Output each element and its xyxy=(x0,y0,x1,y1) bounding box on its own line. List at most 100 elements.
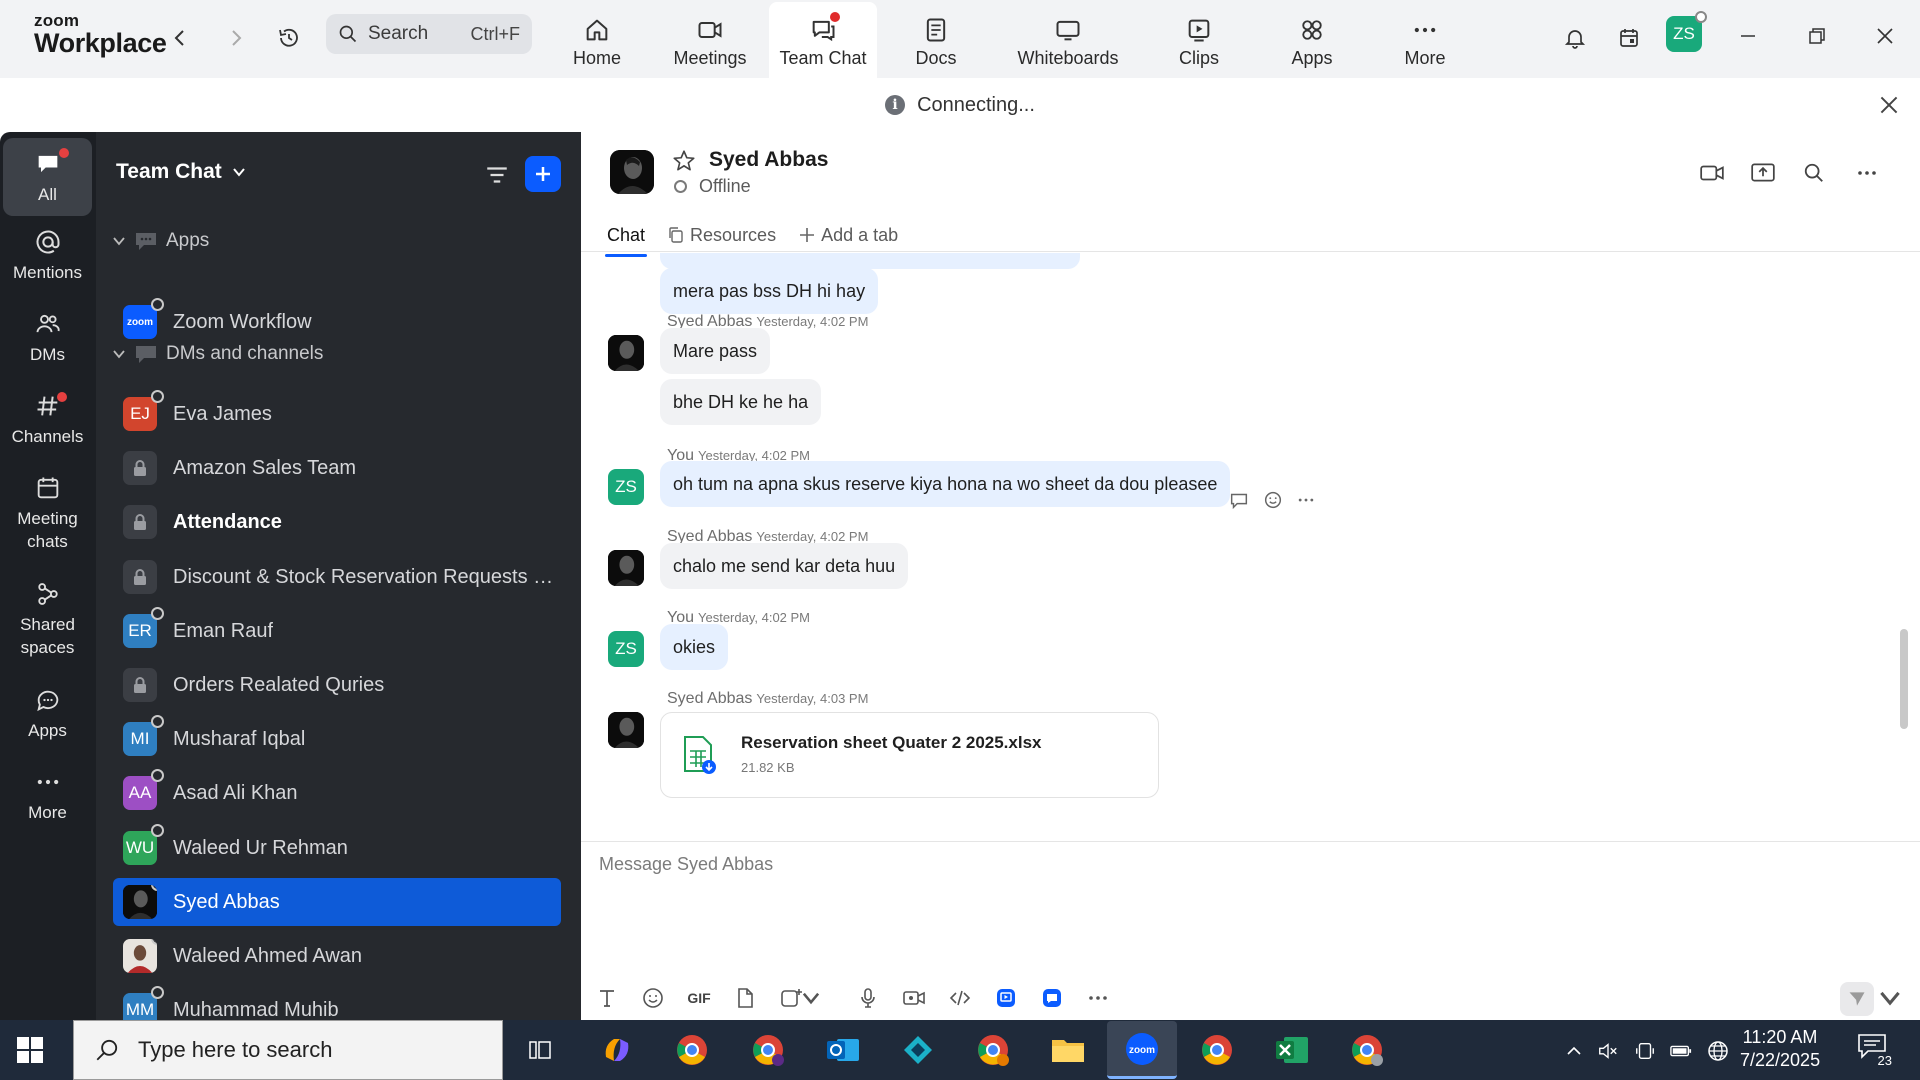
list-item[interactable]: Syed Abbas xyxy=(113,878,561,926)
search-icon[interactable] xyxy=(1799,158,1829,188)
chrome-icon[interactable] xyxy=(1197,1030,1237,1070)
message-bubble[interactable]: Mare pass xyxy=(660,328,771,374)
avatar[interactable]: ZS xyxy=(608,631,644,667)
tab-chat[interactable]: Chat xyxy=(604,220,648,257)
taskbar-clock[interactable]: 11:20 AM 7/22/2025 xyxy=(1740,1026,1820,1073)
forward-arrow-icon[interactable] xyxy=(218,20,254,56)
nav-tab-whiteboards[interactable]: Whiteboards xyxy=(1013,2,1123,78)
notification-center-icon[interactable]: 23 xyxy=(1856,1032,1896,1068)
emoji-icon[interactable] xyxy=(1262,489,1284,511)
list-item[interactable]: Attendance xyxy=(113,498,561,546)
minimize-icon[interactable] xyxy=(1728,16,1768,56)
emoji-icon[interactable] xyxy=(637,982,669,1014)
chrome-profile-icon[interactable] xyxy=(748,1030,788,1070)
user-avatar[interactable]: ZS xyxy=(1666,11,1707,52)
nav-tab-home[interactable]: Home xyxy=(543,2,651,78)
video-call-icon[interactable] xyxy=(1697,158,1727,188)
list-item[interactable]: zoom Zoom Workflow xyxy=(113,298,561,346)
avatar[interactable] xyxy=(608,712,644,748)
team-chat-app-icon[interactable] xyxy=(1036,982,1068,1014)
restore-icon[interactable] xyxy=(1797,16,1837,56)
message-bubble[interactable]: oh tum na apna skus reserve kiya hona na… xyxy=(660,461,1231,507)
file-explorer-icon[interactable] xyxy=(1048,1030,1088,1070)
back-arrow-icon[interactable] xyxy=(162,20,198,56)
clips-app-icon[interactable] xyxy=(990,982,1022,1014)
chrome-profile-icon[interactable] xyxy=(1347,1030,1387,1070)
section-dms-and-channels[interactable]: DMs and channels xyxy=(112,343,323,365)
outlook-icon[interactable] xyxy=(823,1030,863,1070)
list-item[interactable]: AA Asad Ali Khan xyxy=(113,769,561,817)
list-item[interactable]: MI Musharaf Iqbal xyxy=(113,715,561,763)
message-bubble[interactable]: okies xyxy=(660,624,729,670)
message-list[interactable]: mera pas bss DH hi hay Syed Abbas Yesterd… xyxy=(581,253,1920,841)
chevron-down-icon[interactable] xyxy=(801,982,821,1014)
list-item[interactable]: ER Eman Rauf xyxy=(113,607,561,655)
rail-item-dms[interactable]: DMs xyxy=(3,310,92,367)
battery-icon[interactable] xyxy=(1668,1038,1694,1064)
list-item[interactable]: Orders Realated Quries xyxy=(113,661,561,709)
search-box[interactable]: Search Ctrl+F xyxy=(326,14,532,54)
rail-item-all[interactable]: All xyxy=(3,138,92,216)
file-name[interactable]: Reservation sheet Quater 2 2025.xlsx xyxy=(741,733,1042,753)
panel-title[interactable]: Team Chat xyxy=(116,160,246,184)
star-icon[interactable] xyxy=(671,148,697,174)
nav-tab-team-chat[interactable]: Team Chat xyxy=(769,2,877,78)
nav-tab-more[interactable]: More xyxy=(1371,2,1479,78)
avatar[interactable] xyxy=(608,550,644,586)
more-dots-icon[interactable] xyxy=(1852,158,1882,188)
chevron-up-icon[interactable] xyxy=(1561,1038,1587,1064)
excel-icon[interactable] xyxy=(1272,1030,1312,1070)
list-item[interactable]: Discount & Stock Reservation Requests O.… xyxy=(113,553,561,601)
close-window-icon[interactable] xyxy=(1865,16,1905,56)
text-format-icon[interactable] xyxy=(591,982,623,1014)
tab-add-a-tab[interactable]: Add a tab xyxy=(798,220,898,250)
nav-tab-clips[interactable]: Clips xyxy=(1145,2,1253,78)
send-button[interactable] xyxy=(1840,982,1874,1016)
close-icon[interactable] xyxy=(1876,92,1902,118)
rail-item-apps[interactable]: Apps xyxy=(3,686,92,743)
zoom-taskbar-icon[interactable]: zoom xyxy=(1107,1021,1177,1079)
nav-tab-docs[interactable]: Docs xyxy=(882,2,990,78)
message-bubble[interactable]: bhe DH ke he ha xyxy=(660,379,822,425)
message-bubble[interactable] xyxy=(660,253,1080,269)
rail-item-shared-spaces[interactable]: Shared spaces xyxy=(3,580,92,660)
avatar[interactable] xyxy=(608,335,644,371)
contact-name[interactable]: Syed Abbas xyxy=(709,148,828,172)
chrome-icon[interactable] xyxy=(672,1030,712,1070)
rail-item-more[interactable]: More xyxy=(3,768,92,825)
rail-item-mentions[interactable]: Mentions xyxy=(3,228,92,285)
section-apps[interactable]: Apps xyxy=(112,230,209,252)
file-icon[interactable] xyxy=(729,982,761,1014)
list-item[interactable]: WU Waleed Ur Rehman xyxy=(113,824,561,872)
list-item[interactable]: Amazon Sales Team xyxy=(113,444,561,492)
app-diamond-icon[interactable] xyxy=(898,1030,938,1070)
share-screen-icon[interactable] xyxy=(1748,158,1778,188)
tab-resources[interactable]: Resources xyxy=(667,220,776,250)
volume-muted-icon[interactable] xyxy=(1595,1038,1621,1064)
filter-icon[interactable] xyxy=(484,162,510,188)
scrollbar-thumb[interactable] xyxy=(1900,629,1908,729)
avatar[interactable] xyxy=(610,150,654,194)
rail-item-meeting-chats[interactable]: Meeting chats xyxy=(3,474,92,554)
microphone-icon[interactable] xyxy=(852,982,884,1014)
windows-start-icon[interactable] xyxy=(16,1036,44,1064)
nav-tab-meetings[interactable]: Meetings xyxy=(656,2,764,78)
reply-icon[interactable] xyxy=(1228,489,1250,511)
avatar[interactable]: ZS xyxy=(608,469,644,505)
more-dots-icon[interactable] xyxy=(1296,490,1316,510)
gif-button[interactable]: GIF xyxy=(683,982,715,1014)
copilot-icon[interactable] xyxy=(597,1030,637,1070)
bell-icon[interactable] xyxy=(1557,20,1593,56)
nav-tab-apps[interactable]: Apps xyxy=(1258,2,1366,78)
rail-item-channels[interactable]: Channels xyxy=(3,392,92,449)
history-icon[interactable] xyxy=(271,20,307,56)
code-snippet-icon[interactable] xyxy=(944,982,976,1014)
file-attachment[interactable]: Reservation sheet Quater 2 2025.xlsx 21.… xyxy=(660,712,1159,798)
message-bubble[interactable]: mera pas bss DH hi hay xyxy=(660,268,879,314)
message-input[interactable]: Message Syed Abbas xyxy=(599,854,773,875)
globe-icon[interactable] xyxy=(1705,1038,1731,1064)
task-view-icon[interactable] xyxy=(520,1030,560,1070)
taskbar-search[interactable]: Type here to search xyxy=(73,1020,503,1080)
video-message-icon[interactable] xyxy=(898,982,930,1014)
message-bubble[interactable]: chalo me send kar deta huu xyxy=(660,543,909,589)
